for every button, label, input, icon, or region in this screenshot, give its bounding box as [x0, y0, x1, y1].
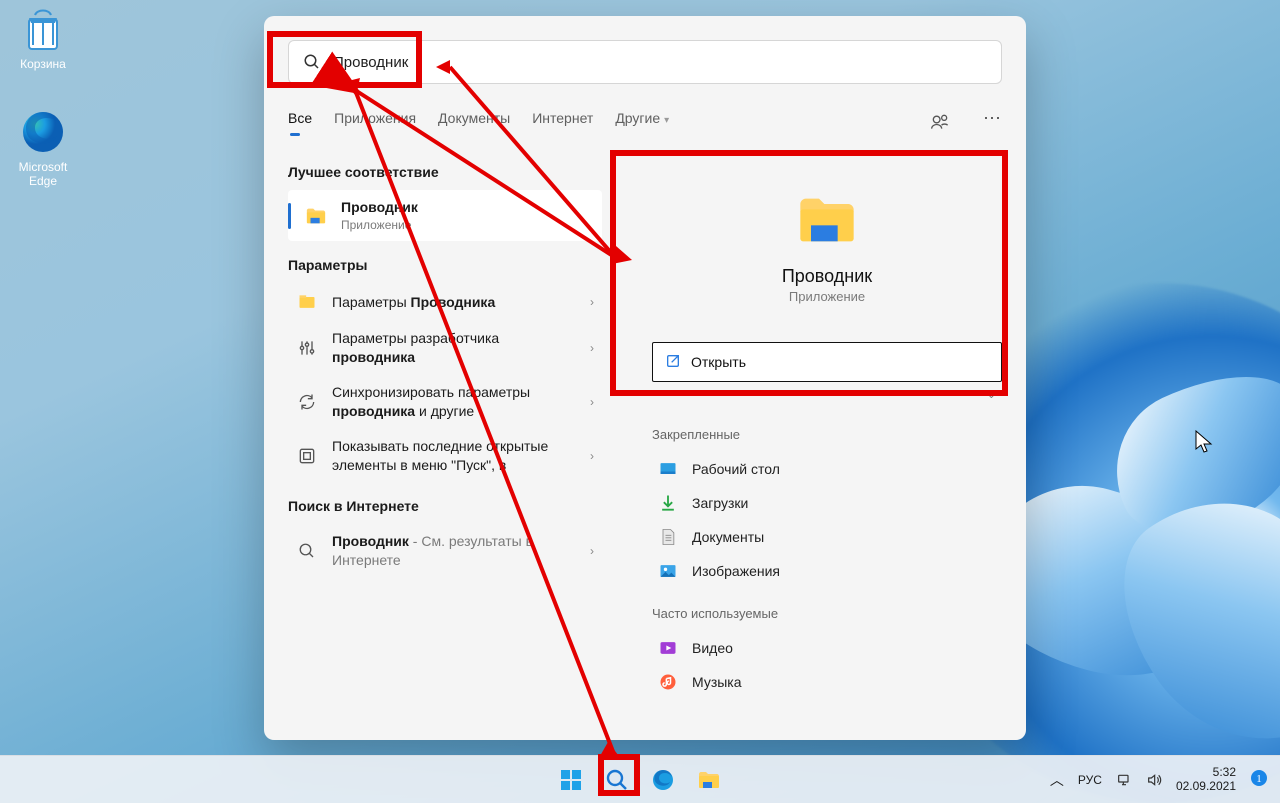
frequent-heading: Часто используемые	[652, 606, 1002, 621]
file-explorer-icon	[795, 188, 859, 252]
file-explorer-icon	[305, 205, 327, 227]
open-external-icon	[665, 353, 681, 372]
pinned-downloads[interactable]: Загрузки	[652, 486, 1002, 520]
chevron-right-icon: ›	[590, 449, 594, 463]
network-icon[interactable]	[1116, 772, 1132, 788]
documents-icon	[658, 527, 678, 547]
search-tabs: Все Приложения Документы Интернет Другие…	[288, 110, 1002, 134]
open-button[interactable]: Открыть	[652, 342, 1002, 382]
frequent-music[interactable]: Музыка	[652, 665, 1002, 699]
taskbar-edge[interactable]	[649, 766, 677, 794]
mouse-cursor-icon	[1195, 430, 1213, 459]
web-search-result[interactable]: Проводник - См. результаты в Интернете ›	[288, 524, 602, 578]
taskbar-file-explorer[interactable]	[695, 766, 723, 794]
desktop-icon	[658, 459, 678, 479]
search-icon	[303, 53, 321, 71]
preview-subtitle: Приложение	[652, 289, 1002, 304]
search-flyout: Все Приложения Документы Интернет Другие…	[264, 16, 1026, 740]
chevron-right-icon: ›	[590, 341, 594, 355]
pinned-pictures[interactable]: Изображения	[652, 554, 1002, 588]
chevron-down-icon[interactable]: ⌄	[652, 388, 1002, 401]
recent-items-icon	[296, 445, 318, 467]
start-button[interactable]	[557, 766, 585, 794]
tab-apps[interactable]: Приложения	[334, 110, 416, 134]
more-options-icon[interactable]: ⋯	[982, 112, 1002, 132]
pinned-desktop[interactable]: Рабочий стол	[652, 452, 1002, 486]
music-icon	[658, 672, 678, 692]
recycle-bin-icon	[19, 5, 67, 53]
chevron-right-icon: ›	[590, 295, 594, 309]
search-box[interactable]	[288, 40, 1002, 84]
feedback-icon[interactable]	[930, 112, 950, 132]
svg-text:1: 1	[1256, 773, 1262, 785]
pinned-documents[interactable]: Документы	[652, 520, 1002, 554]
notification-badge-icon[interactable]: 1	[1250, 769, 1268, 790]
chevron-right-icon: ›	[590, 544, 594, 558]
dev-settings-icon	[296, 337, 318, 359]
video-icon	[658, 638, 678, 658]
pictures-icon	[658, 561, 678, 581]
desktop-icon-recycle-bin[interactable]: Корзина	[6, 5, 80, 71]
tab-web[interactable]: Интернет	[532, 110, 593, 134]
search-icon	[296, 540, 318, 562]
sync-icon	[296, 391, 318, 413]
desktop-icon-label: Корзина	[20, 57, 66, 71]
taskbar-search-button[interactable]	[603, 766, 631, 794]
language-indicator[interactable]: РУС	[1078, 773, 1102, 787]
preview-pane: Проводник Приложение Открыть ⌄	[652, 188, 1002, 401]
settings-result-recent[interactable]: Показывать последние открытые элементы в…	[288, 429, 602, 483]
settings-result-explorer-options[interactable]: Параметры Проводника ›	[288, 283, 602, 321]
downloads-icon	[658, 493, 678, 513]
desktop-icon-edge[interactable]: Microsoft Edge	[6, 108, 80, 188]
tab-documents[interactable]: Документы	[438, 110, 510, 134]
frequent-video[interactable]: Видео	[652, 631, 1002, 665]
desktop-icon-label: Microsoft Edge	[19, 160, 68, 188]
best-match-result[interactable]: Проводник Приложение	[288, 190, 602, 241]
taskbar-clock[interactable]: 5:32 02.09.2021	[1176, 766, 1236, 794]
tab-more[interactable]: Другие▾	[615, 110, 669, 134]
tray-overflow-icon[interactable]: ︿	[1050, 770, 1064, 790]
settings-result-sync[interactable]: Синхронизировать параметры проводника и …	[288, 375, 602, 429]
preview-title: Проводник	[652, 266, 1002, 287]
folder-options-icon	[296, 291, 318, 313]
edge-icon	[19, 108, 67, 156]
tab-all[interactable]: Все	[288, 110, 312, 134]
search-input[interactable]	[333, 54, 987, 71]
volume-icon[interactable]	[1146, 772, 1162, 788]
taskbar: ︿ РУС 5:32 02.09.2021 1	[0, 755, 1280, 803]
section-settings: Параметры	[288, 257, 602, 273]
chevron-right-icon: ›	[590, 395, 594, 409]
section-best-match: Лучшее соответствие	[288, 164, 602, 180]
chevron-down-icon: ▾	[664, 115, 669, 126]
settings-result-dev-options[interactable]: Параметры разработчика проводника ›	[288, 321, 602, 375]
section-web-search: Поиск в Интернете	[288, 498, 602, 514]
pinned-heading: Закрепленные	[652, 427, 1002, 442]
